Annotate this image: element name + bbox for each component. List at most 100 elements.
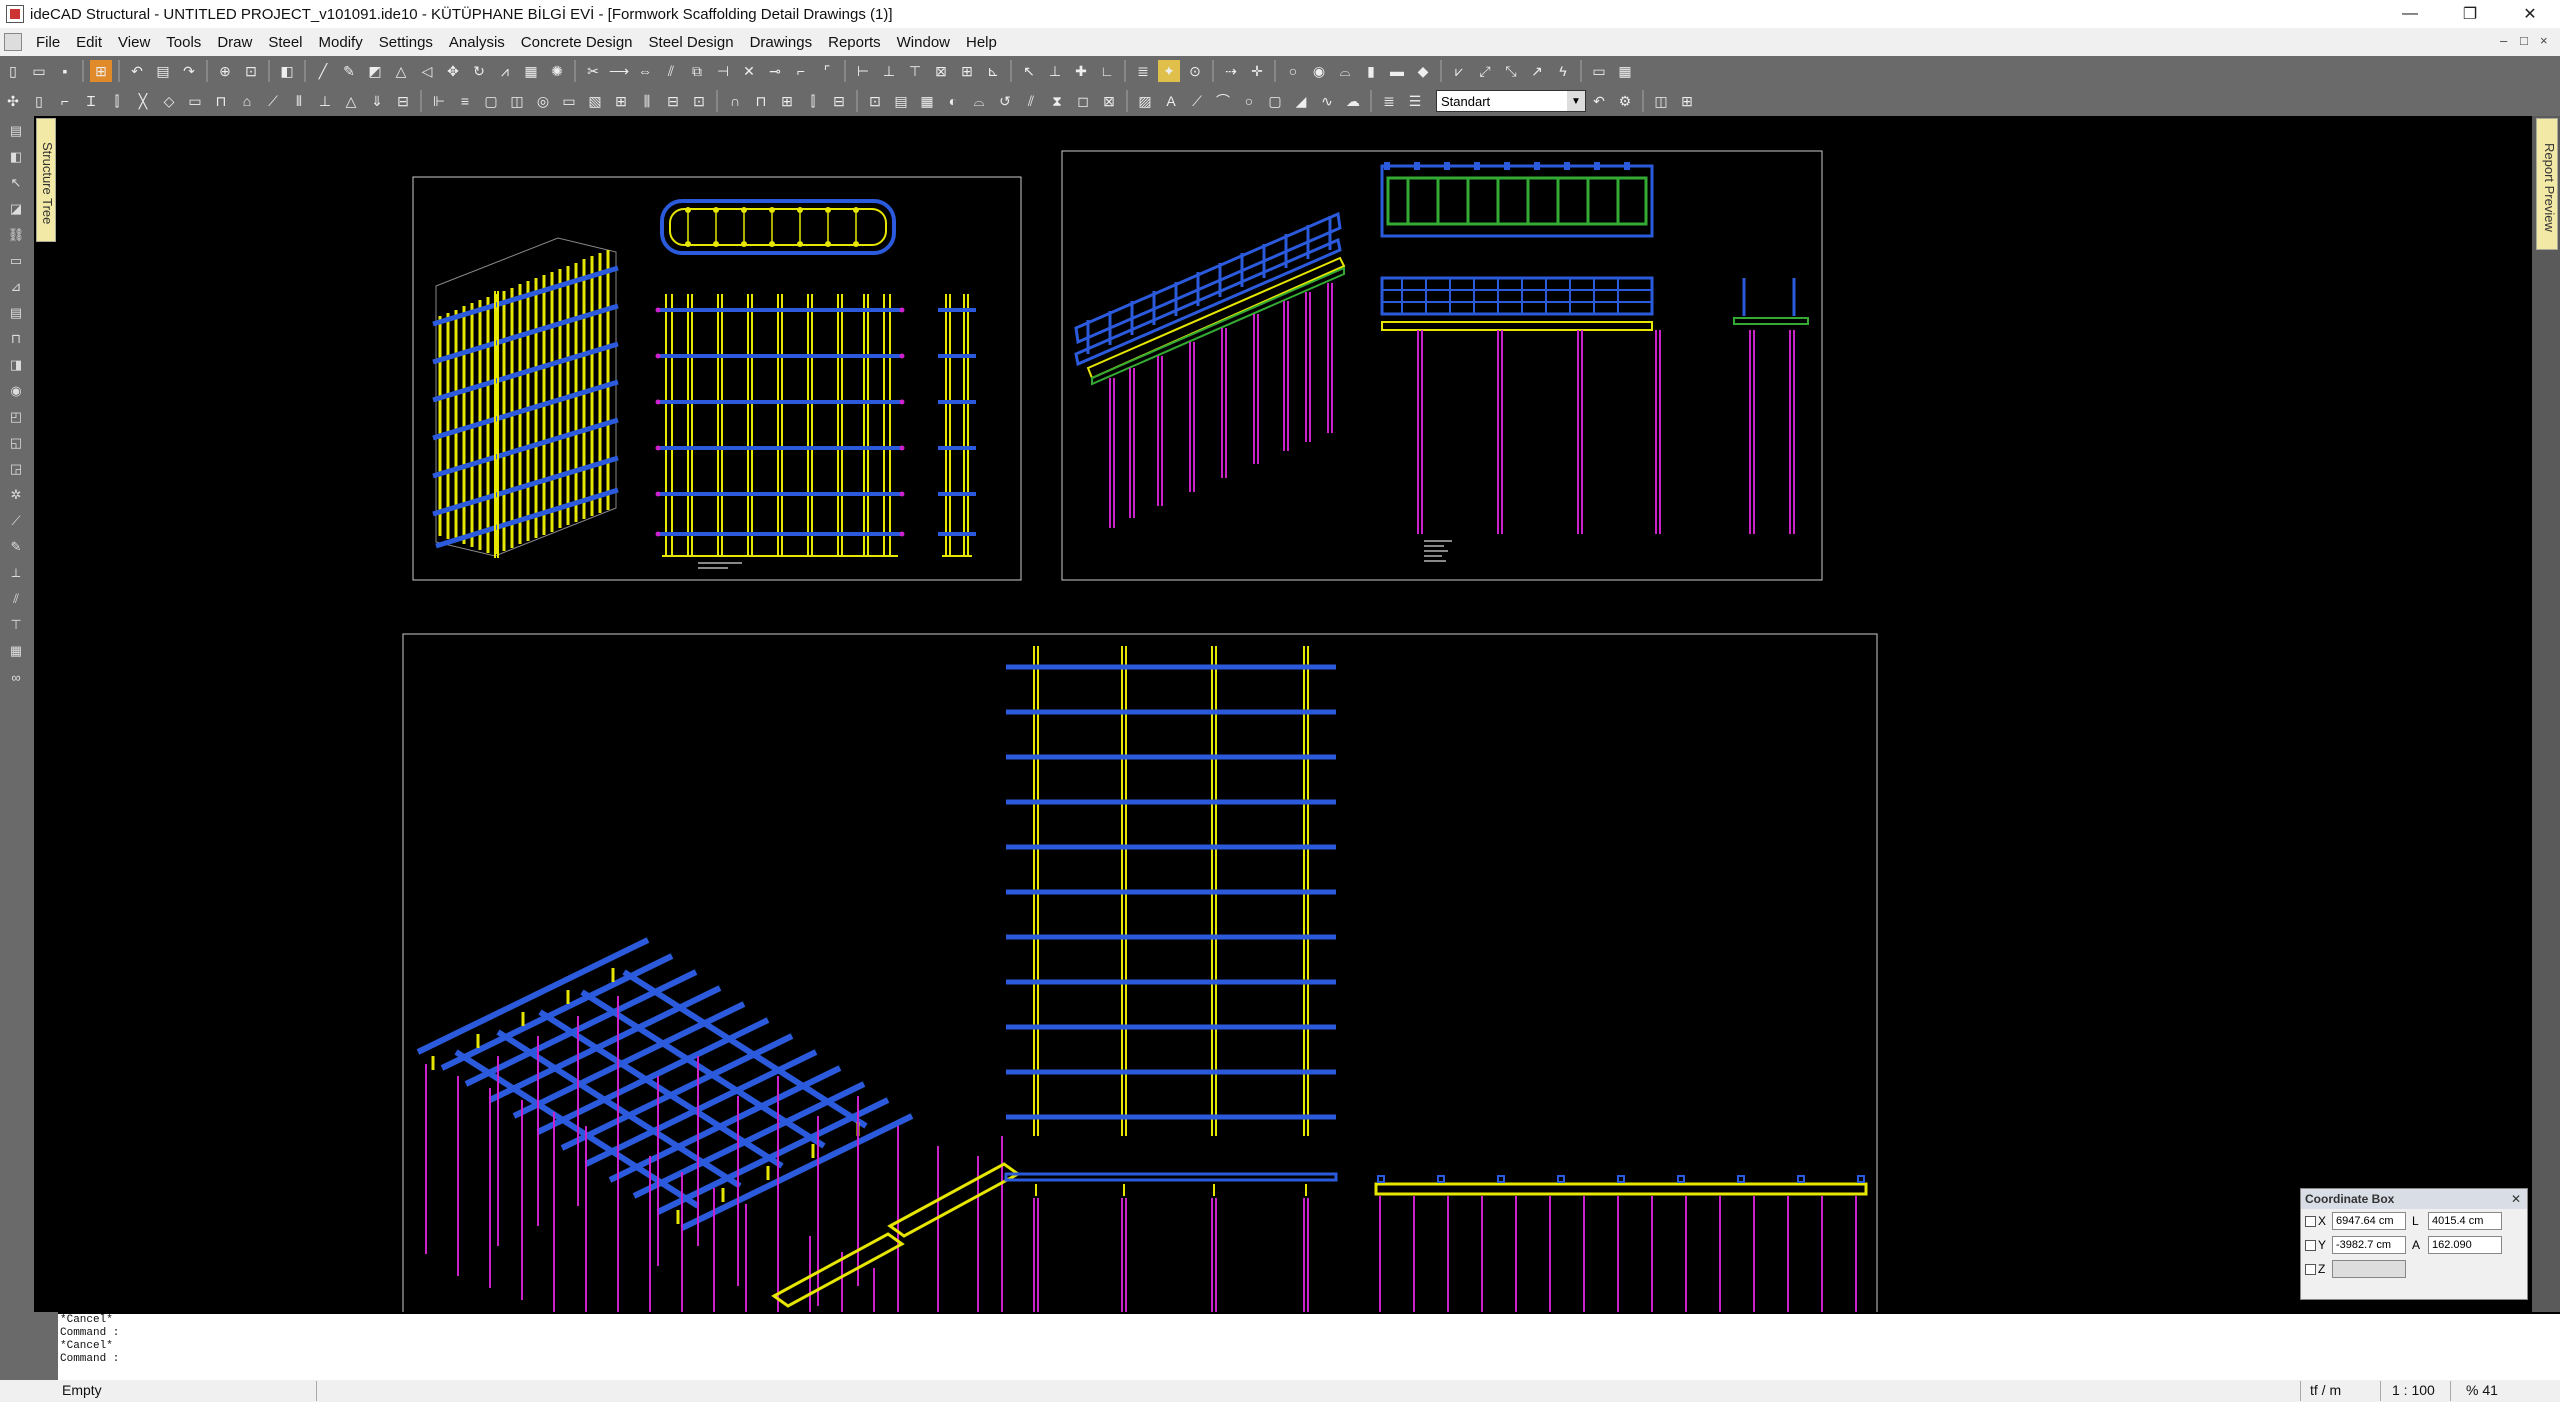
chart-icon[interactable]: ⤢	[1474, 60, 1496, 82]
lattice-icon[interactable]: ⊞	[776, 90, 798, 112]
pen-tool-icon[interactable]: ✎	[5, 536, 27, 558]
level-icon[interactable]: ⊤	[904, 60, 926, 82]
tile-icon[interactable]: ⊞	[1676, 90, 1698, 112]
layer-icon[interactable]: ≣	[1132, 60, 1154, 82]
mdi-minimize-button[interactable]: –	[2500, 33, 2507, 48]
anchor-icon[interactable]: ⊥	[1044, 60, 1066, 82]
select-icon[interactable]: ◁	[416, 60, 438, 82]
zoom-status[interactable]: % 41	[2466, 1382, 2498, 1398]
slab-icon[interactable]: ◆	[1412, 60, 1434, 82]
wall-icon[interactable]: ▮	[1360, 60, 1382, 82]
close-icon[interactable]: ✕	[2511, 1192, 2521, 1206]
menu-window[interactable]: Window	[889, 34, 958, 51]
table-tool-icon[interactable]: ▦	[916, 90, 938, 112]
stretch-icon[interactable]: ⇔	[634, 60, 656, 82]
line-icon[interactable]: ╱	[312, 60, 334, 82]
paint-icon[interactable]: ◐	[942, 90, 964, 112]
property-icon[interactable]: ◪	[5, 198, 27, 220]
rectangle-icon[interactable]: ▢	[1264, 90, 1286, 112]
x-coordinate-field[interactable]: 6947.64 cm	[2332, 1212, 2406, 1230]
menu-analysis[interactable]: Analysis	[441, 34, 513, 51]
fillet-icon[interactable]: ⌐	[790, 60, 812, 82]
axis-icon[interactable]: ✛	[1246, 60, 1268, 82]
opening-icon[interactable]: ◫	[506, 90, 528, 112]
section-icon[interactable]: ⊓	[5, 328, 27, 350]
measure-tool-icon[interactable]: ⊿	[5, 276, 27, 298]
menu-concrete-design[interactable]: Concrete Design	[513, 34, 641, 51]
detail-icon[interactable]: ◨	[5, 354, 27, 376]
layers-icon[interactable]: ≣	[1378, 90, 1400, 112]
zoom-window-icon[interactable]: ⊡	[240, 60, 262, 82]
table-icon[interactable]: ▦	[1614, 60, 1636, 82]
brace-icon[interactable]: ╳	[132, 90, 154, 112]
diagram-icon[interactable]: ⤡	[1500, 60, 1522, 82]
explode-icon[interactable]: ✺	[546, 60, 568, 82]
beam-icon[interactable]: ▬	[1386, 60, 1408, 82]
ortho-icon[interactable]: ⊾	[982, 60, 1004, 82]
coordinate-box-header[interactable]: Coordinate Box ✕	[2301, 1189, 2527, 1209]
plan-icon[interactable]: ⊡	[864, 90, 886, 112]
hatch-icon[interactable]: ▧	[584, 90, 606, 112]
circle-icon[interactable]: ○	[1238, 90, 1260, 112]
plan-tool-icon[interactable]: ▦	[5, 640, 27, 662]
y-lock-checkbox[interactable]	[2305, 1239, 2316, 1251]
menu-tools[interactable]: Tools	[158, 34, 209, 51]
rebar-icon[interactable]: ≡	[454, 90, 476, 112]
copy-icon[interactable]: ⧉	[686, 60, 708, 82]
drawing-canvas[interactable]	[58, 116, 2532, 1319]
rotate-icon[interactable]: ↻	[468, 60, 490, 82]
menu-edit[interactable]: Edit	[68, 34, 110, 51]
group-icon[interactable]: ◲	[5, 458, 27, 480]
load-icon[interactable]: ⇓	[366, 90, 388, 112]
snap-icon[interactable]: ⊠	[930, 60, 952, 82]
hill-icon[interactable]: ⌓	[1334, 60, 1356, 82]
scaffold-icon[interactable]: ⊞	[610, 90, 632, 112]
undo-style-icon[interactable]: ↶	[1588, 90, 1610, 112]
window-icon[interactable]: ◫	[1650, 90, 1672, 112]
plus-icon[interactable]: ✚	[1070, 60, 1092, 82]
menu-file[interactable]: File	[28, 34, 68, 51]
lightning-icon[interactable]: ϟ	[1552, 60, 1574, 82]
arc-icon[interactable]: ⌒	[1212, 90, 1234, 112]
menu-help[interactable]: Help	[958, 34, 1005, 51]
menu-settings[interactable]: Settings	[371, 34, 441, 51]
text-style-select[interactable]: Standart ▼	[1436, 90, 1586, 112]
x-lock-checkbox[interactable]	[2305, 1215, 2316, 1227]
layer-tool-icon[interactable]: ◧	[5, 146, 27, 168]
node-icon[interactable]: ⊥	[314, 90, 336, 112]
align-icon[interactable]: ⊥	[878, 60, 900, 82]
break-icon[interactable]: ⊸	[764, 60, 786, 82]
pointer-icon[interactable]: ↖	[1018, 60, 1040, 82]
terrain-icon[interactable]: ⌓	[968, 90, 990, 112]
array-icon[interactable]: ▦	[520, 60, 542, 82]
ibeam-icon[interactable]: Ɪ	[80, 90, 102, 112]
rebar-tool-icon[interactable]: ⫽	[5, 588, 27, 610]
footing-icon[interactable]: ⊓	[210, 90, 232, 112]
command-window[interactable]: *Cancel* Command : *Cancel* Command :	[58, 1314, 2560, 1380]
cursor-tool-icon[interactable]: ↖	[5, 172, 27, 194]
graph-icon[interactable]: ⩗	[1448, 60, 1470, 82]
trim-icon[interactable]: ✂	[582, 60, 604, 82]
split-icon[interactable]: ⊣	[712, 60, 734, 82]
mirror-icon[interactable]: ⩘	[494, 60, 516, 82]
menu-drawings[interactable]: Drawings	[742, 34, 821, 51]
document-icon[interactable]	[4, 33, 22, 51]
mdi-restore-button[interactable]: □	[2520, 33, 2528, 48]
binoculars-icon[interactable]: ∞	[5, 666, 27, 688]
support-icon[interactable]: △	[340, 90, 362, 112]
menu-draw[interactable]: Draw	[209, 34, 260, 51]
menu-steel-design[interactable]: Steel Design	[641, 34, 742, 51]
post-tool-icon[interactable]: ⊤	[5, 614, 27, 636]
link-icon[interactable]: ⛓	[5, 224, 27, 246]
stirrup-icon[interactable]: ▢	[480, 90, 502, 112]
axis-tool-icon[interactable]: ⟋	[5, 510, 27, 532]
unit-status[interactable]: tf / m	[2310, 1382, 2341, 1398]
menu-modify[interactable]: Modify	[311, 34, 371, 51]
select-tool-icon[interactable]: ▤	[5, 120, 27, 142]
open-folder-icon[interactable]: ▭	[28, 60, 50, 82]
sheet-icon[interactable]: ▤	[890, 90, 912, 112]
corner-icon[interactable]: ∟	[1096, 60, 1118, 82]
close-button[interactable]: ✕	[2500, 0, 2560, 28]
print-icon[interactable]: ▤	[152, 60, 174, 82]
length-field[interactable]: 4015.4 cm	[2428, 1212, 2502, 1230]
